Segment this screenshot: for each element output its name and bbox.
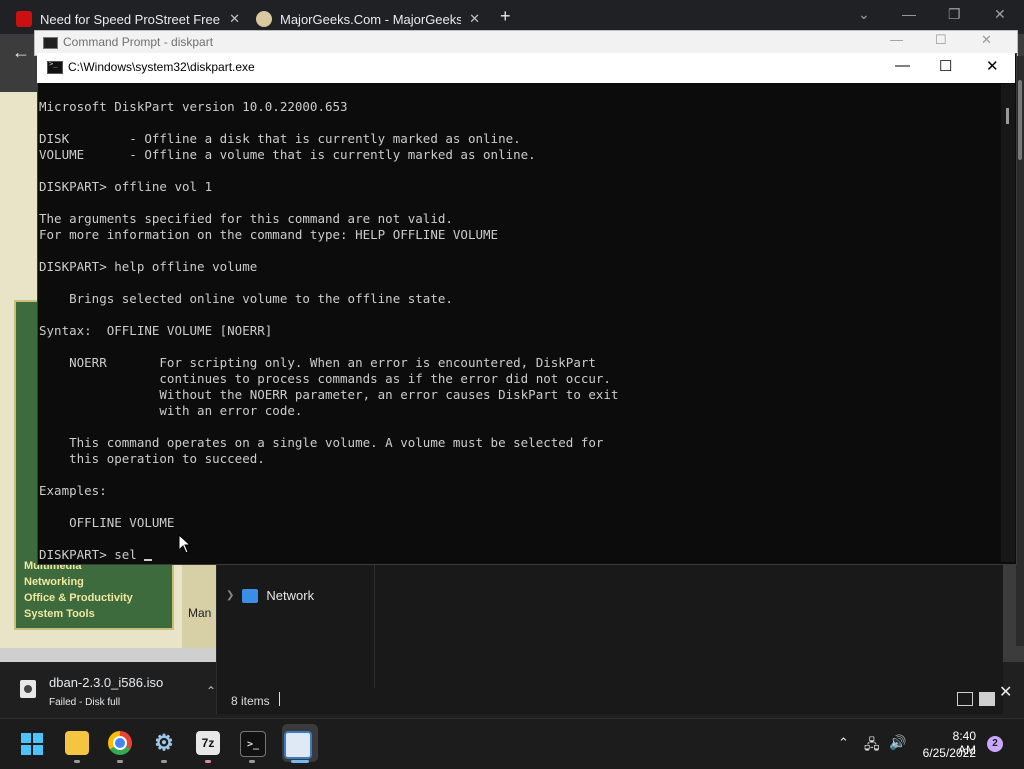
network-icon [242, 588, 259, 603]
console-line: This command operates on a single volume… [39, 435, 604, 450]
running-indicator [74, 760, 80, 763]
new-tab-button[interactable]: + [500, 6, 511, 27]
console-line: Brings selected online volume to the off… [39, 291, 453, 306]
iso-file-icon [20, 680, 36, 698]
window-title: C:\Windows\system32\diskpart.exe [68, 60, 255, 74]
close-icon[interactable]: ✕ [981, 32, 992, 48]
maximize-icon[interactable]: ☐ [935, 32, 947, 48]
horizontal-scrollbar[interactable] [0, 648, 216, 662]
nav-item-network[interactable]: ❯ Network [226, 588, 314, 603]
majorgeeks-content-text: Man [188, 606, 212, 620]
close-icon[interactable]: ✕ [986, 57, 999, 75]
minimize-icon[interactable]: — [902, 6, 916, 22]
console-output[interactable]: Microsoft DiskPart version 10.0.22000.65… [39, 99, 999, 561]
notepad-icon[interactable] [284, 731, 312, 759]
download-file-name[interactable]: dban-2.3.0_i586.iso [49, 675, 163, 690]
tab-favicon-icon [256, 11, 272, 27]
notification-badge[interactable]: 2 [987, 736, 1003, 752]
terminal-icon[interactable]: >_ [240, 731, 266, 757]
running-indicator [249, 760, 255, 763]
minimize-icon[interactable]: — [890, 32, 903, 47]
sidebar-link-office[interactable]: Office & Productivity [24, 592, 133, 604]
file-explorer-window [216, 560, 1003, 714]
console-line: OFFLINE VOLUME [39, 515, 175, 530]
console-scrollbar[interactable] [1001, 84, 1015, 562]
maximize-icon[interactable]: ☐ [939, 57, 952, 75]
start-logo-pane [21, 745, 31, 755]
back-arrow-icon[interactable]: ← [12, 42, 30, 63]
folder-icon[interactable] [65, 731, 89, 755]
running-indicator [161, 760, 167, 763]
chevron-up-icon[interactable]: ⌃ [206, 684, 216, 698]
minimize-icon[interactable]: — [895, 57, 910, 74]
console-line: DISKPART> offline vol 1 [39, 179, 213, 194]
sidebar-link-system-tools[interactable]: System Tools [24, 608, 95, 620]
start-logo-pane [21, 733, 31, 743]
tab-title: Need for Speed ProStreet Free D [40, 11, 222, 27]
tiles-view-icon[interactable] [979, 692, 995, 706]
console-line: Examples: [39, 483, 107, 498]
background-cmd-title: Command Prompt - diskpart [63, 35, 214, 49]
restore-icon[interactable]: ❐ [948, 6, 961, 23]
status-item-count: 8 items [231, 694, 270, 708]
gear-icon[interactable]: ⚙ [152, 730, 176, 755]
status-separator [279, 692, 280, 706]
chrome-center-dot [113, 736, 127, 750]
console-line: Microsoft DiskPart version 10.0.22000.65… [39, 99, 348, 114]
7zip-icon[interactable]: 7z [196, 731, 220, 755]
network-status-icon[interactable]: 🖧 [864, 734, 880, 758]
console-line: this operation to succeed. [39, 451, 265, 466]
clock-date[interactable]: 6/25/2022 [920, 746, 976, 760]
chrome-icon[interactable] [108, 731, 132, 755]
running-indicator [117, 760, 123, 763]
tab-search-chevron-icon[interactable]: ⌄ [858, 6, 870, 23]
close-icon[interactable]: ✕ [994, 6, 1006, 23]
console-line: The arguments specified for this command… [39, 211, 453, 226]
mouse-pointer-icon [178, 534, 192, 554]
text-cursor [144, 559, 153, 561]
close-downloads-icon[interactable]: ✕ [999, 682, 1012, 702]
tab-title: MajorGeeks.Com - MajorGeeks [280, 11, 462, 27]
console-line: NOERR For scripting only. When an error … [39, 355, 596, 370]
console-line: Without the NOERR parameter, an error ca… [39, 387, 619, 402]
cmd-icon [43, 37, 58, 49]
prompt-text: DISKPART> sel [39, 547, 145, 561]
active-indicator [291, 760, 309, 763]
start-logo-pane [33, 733, 43, 743]
console-line: For more information on the command type… [39, 227, 499, 242]
nav-item-label: Network [266, 588, 315, 603]
sidebar-link-networking[interactable]: Networking [24, 576, 84, 588]
tab-favicon-icon [16, 11, 32, 27]
start-button[interactable] [21, 733, 43, 755]
tab-close-icon[interactable]: ✕ [229, 11, 240, 27]
chevron-right-icon[interactable]: ❯ [226, 590, 234, 601]
console-line: VOLUME - Offline a volume that is curren… [39, 147, 536, 162]
cmd-icon [47, 60, 63, 74]
console-line: DISK - Offline a disk that is currently … [39, 131, 521, 146]
start-logo-pane [33, 745, 43, 755]
show-hidden-icons-chevron-icon[interactable]: ⌃ [838, 735, 849, 751]
console-line: DISKPART> help offline volume [39, 259, 258, 274]
volume-icon[interactable]: 🔊 [889, 734, 906, 751]
console-scroll-thumb[interactable] [1006, 108, 1009, 124]
details-view-icon[interactable] [957, 692, 973, 706]
tab-close-icon[interactable]: ✕ [469, 11, 480, 27]
page-scroll-thumb[interactable] [1018, 80, 1022, 160]
download-status: Failed - Disk full [49, 697, 121, 708]
console-line: Syntax: OFFLINE VOLUME [NOERR] [39, 323, 273, 338]
running-indicator [205, 760, 211, 763]
console-line: with an error code. [39, 403, 303, 418]
console-line: continues to process commands as if the … [39, 371, 611, 386]
nav-pane-divider [374, 564, 375, 688]
